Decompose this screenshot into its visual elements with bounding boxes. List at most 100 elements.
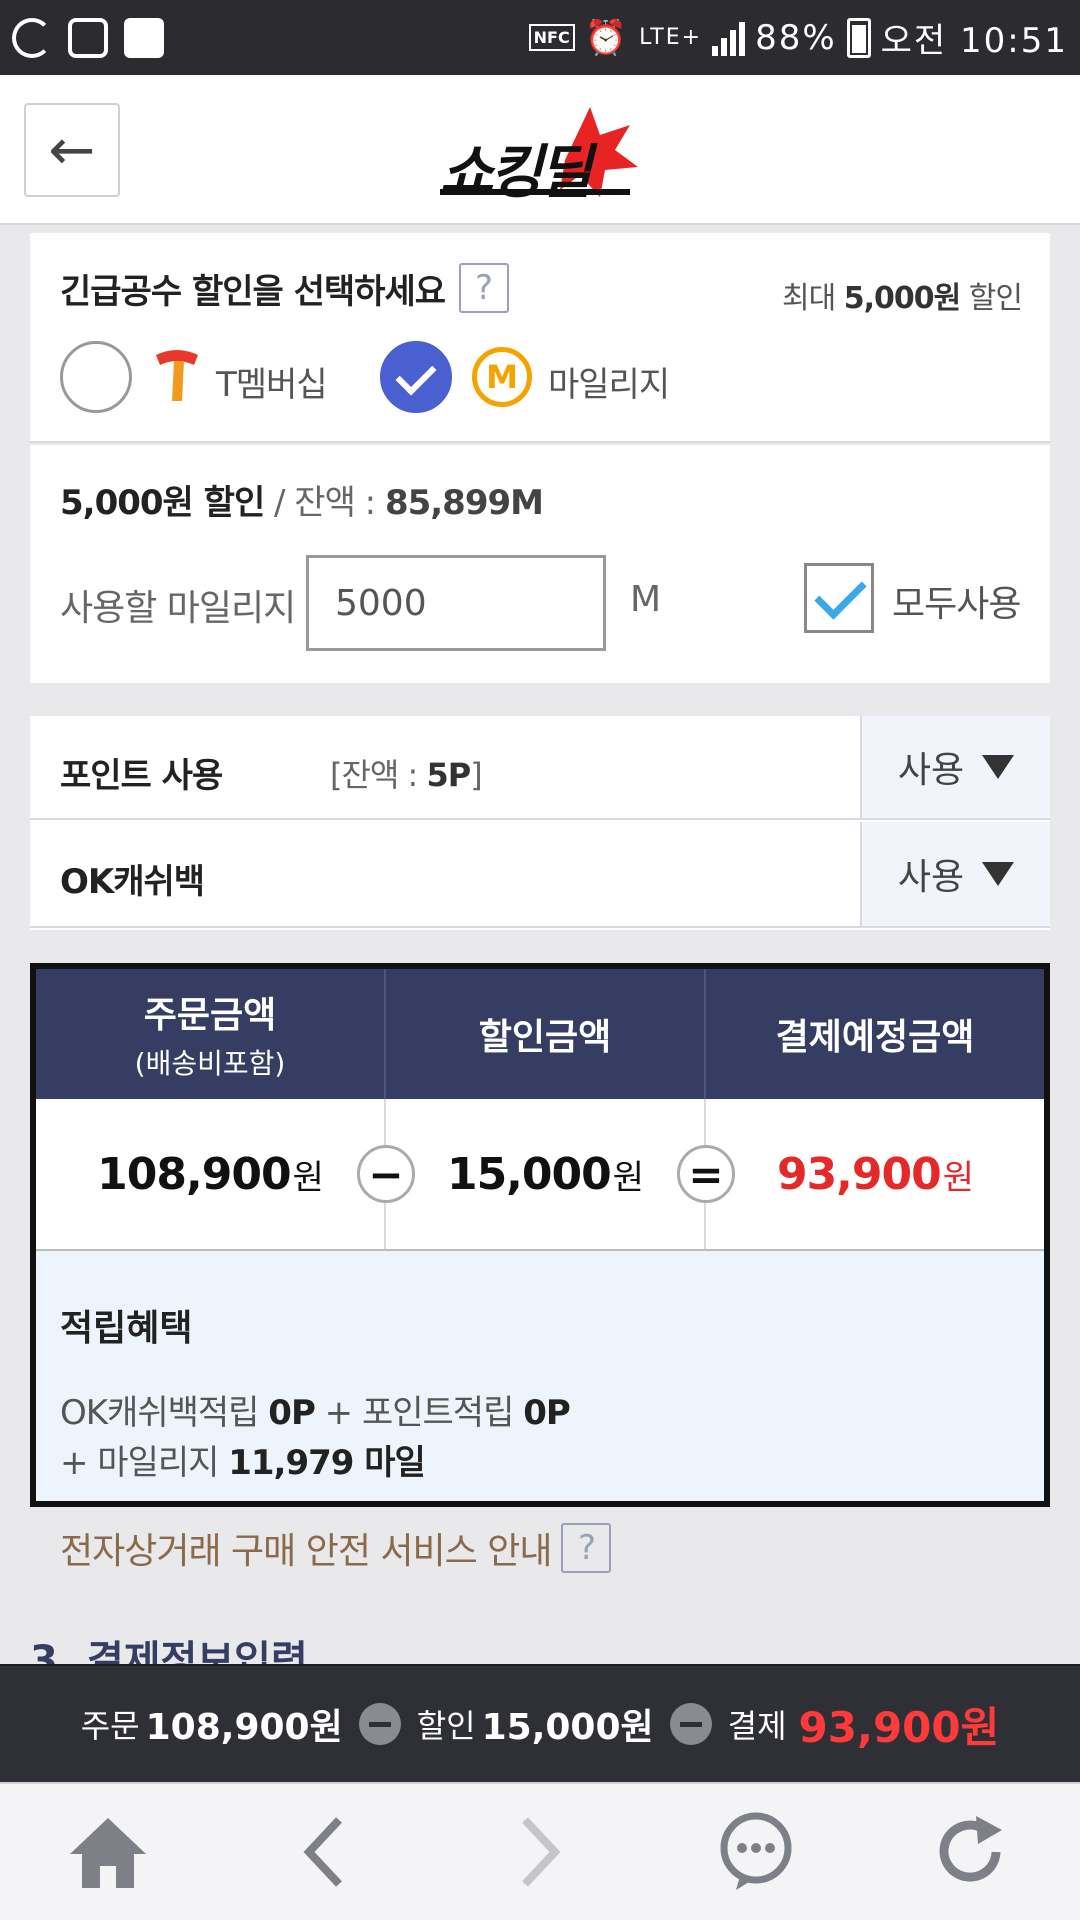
bottom-payment-label: 결제 (727, 1707, 787, 1745)
back-button[interactable]: ← (24, 103, 120, 197)
max-discount-info: 최대 5,000원 할인 (782, 273, 1023, 317)
bottom-order-label: 주문 (80, 1707, 140, 1745)
mileage-unit: M (630, 579, 662, 620)
ok-cashbag-label: OK캐쉬백 (60, 862, 205, 902)
points-row: 포인트 사용 [잔액 : 5P] 사용 (30, 716, 1050, 820)
alarm-icon: ⏰ (584, 17, 630, 58)
shopping-bag-icon (124, 17, 164, 58)
max-suffix: 할인 (968, 281, 1023, 316)
mileage-discount: 5,000원 할인 (60, 483, 265, 523)
payment-amount-value: 93,900 (776, 1148, 942, 1200)
minus-icon: − (357, 1145, 415, 1203)
mileage-m-icon: M (472, 347, 532, 407)
safety-help-button[interactable]: ? (561, 1523, 612, 1573)
point-earn-label: + 포인트적립 (324, 1393, 515, 1433)
ok-cashbag-earn-label: OK캐쉬백적립 (60, 1393, 259, 1433)
mileage-input[interactable] (306, 555, 606, 651)
chevron-right-icon (522, 1817, 561, 1887)
ok-cashbag-earn-value: 0P (268, 1393, 316, 1433)
summary-header: 주문금액 (배송비포함) 할인금액 결제예정금액 (36, 969, 1044, 1099)
order-amount: 108,900 원 (36, 1099, 386, 1249)
browser-nav (0, 1782, 1080, 1920)
discount-header-label: 할인금액 (478, 1017, 612, 1058)
payment-amount-header: 결제예정금액 (706, 969, 1044, 1099)
refresh-icon (939, 1816, 1002, 1882)
logo-text: 쇼킹딜 (440, 138, 592, 206)
ok-cashbag-row: OK캐쉬백 사용 (30, 822, 1050, 928)
points-select-value: 사용 (897, 750, 965, 791)
order-amount-value: 108,900 (97, 1148, 291, 1200)
mileage-earn-label: + 마일리지 (60, 1443, 219, 1483)
points-balance-suffix: ] (470, 756, 483, 794)
status-bar: NFC ⏰ LTE+ 88% 오전 10:51 (0, 0, 1080, 75)
section-heading: 3. 결제정보입력 (30, 1638, 308, 1664)
benefit-line-1: OK캐쉬백적립 0P + 포인트적립 0P (60, 1385, 571, 1434)
battery-icon (846, 17, 871, 58)
radio-mileage[interactable] (380, 341, 452, 413)
g-app-icon (12, 17, 52, 58)
mileage-balance-value: 85,899M (384, 483, 544, 523)
use-all-label[interactable]: 모두사용 (892, 575, 1021, 627)
tmembership-label: T멤버십 (216, 365, 328, 405)
signal-icon (712, 20, 746, 56)
discount-help-button[interactable]: ? (459, 263, 510, 313)
discount-select-card: 긴급공수 할인을 선택하세요 ? 최대 5,000원 할인 T멤버십 M 마일리… (30, 233, 1050, 443)
refresh-button[interactable] (922, 1802, 1022, 1902)
app-header: ← 쇼킹딜 (0, 75, 1080, 225)
max-value: 5,000원 (843, 281, 961, 316)
clock: 오전 10:51 (880, 21, 1068, 61)
currency: 원 (292, 1157, 324, 1198)
ok-cashbag-select[interactable]: 사용 (860, 822, 1050, 926)
bottom-discount-value: 15,000원 (481, 1707, 654, 1748)
radio-tmembership[interactable] (60, 341, 132, 413)
order-amount-header: 주문금액 (배송비포함) (36, 969, 386, 1099)
currency: 원 (942, 1157, 974, 1198)
bottom-summary-bar: 주문 108,900원 할인 15,000원 결제 93,900원 (0, 1664, 1080, 1782)
points-label: 포인트 사용 (60, 756, 223, 796)
minus-icon (358, 1703, 401, 1745)
home-icon (70, 1818, 146, 1888)
equals-icon (669, 1703, 712, 1745)
payment-amount: 93,900 원 (706, 1099, 1044, 1249)
chevron-left-icon (303, 1817, 342, 1887)
safety-service-link[interactable]: 전자상거래 구매 안전 서비스 안내 ? (60, 1522, 612, 1574)
benefit-line-2: + 마일리지 11,979 마일 (60, 1435, 426, 1484)
currency: 원 (612, 1157, 644, 1198)
network-type: LTE+ (639, 25, 703, 50)
shocking-deal-logo[interactable]: 쇼킹딜 (440, 105, 640, 206)
points-balance-prefix: [잔액 : (330, 756, 418, 794)
points-select[interactable]: 사용 (860, 716, 1050, 818)
mileage-label: 마일리지 (548, 365, 670, 405)
browser-back-button[interactable] (274, 1802, 374, 1902)
summary-values: 108,900 원 15,000 원 93,900 원 (36, 1099, 1044, 1251)
discount-amount-value: 15,000 (446, 1148, 612, 1200)
mileage-discount-info: 5,000원 할인 / 잔액 : 85,899M (60, 475, 544, 524)
discount-title: 긴급공수 할인을 선택하세요 (60, 271, 446, 312)
bottom-discount-label: 할인 (416, 1707, 476, 1745)
mileage-card: 5,000원 할인 / 잔액 : 85,899M 사용할 마일리지 M 모두사용 (30, 445, 1050, 683)
discount-amount-header: 할인금액 (386, 969, 706, 1099)
bottom-order-value: 108,900원 (145, 1707, 343, 1748)
point-earn-value: 0P (523, 1393, 571, 1433)
home-button[interactable] (58, 1802, 158, 1902)
use-all-checkbox[interactable] (804, 563, 874, 633)
dropdown-arrow-icon (982, 755, 1015, 779)
t-membership-icon (156, 350, 198, 401)
mileage-earn-value: 11,979 마일 (228, 1443, 426, 1483)
mileage-balance-label: / 잔액 : (274, 483, 376, 523)
payment-summary: 주문금액 (배송비포함) 할인금액 결제예정금액 108,900 원 15,000… (30, 963, 1050, 1507)
points-card: 포인트 사용 [잔액 : 5P] 사용 OK캐쉬백 사용 (30, 716, 1050, 930)
discount-amount: 15,000 원 (386, 1099, 706, 1249)
points-balance: [잔액 : 5P] (330, 750, 483, 796)
sim-card-icon (68, 17, 108, 58)
equals-icon: = (677, 1145, 735, 1203)
nfc-icon: NFC (528, 24, 575, 51)
ok-cashbag-select-value: 사용 (897, 857, 965, 898)
max-prefix: 최대 (782, 281, 836, 316)
browser-forward-button[interactable] (490, 1802, 590, 1902)
chat-button[interactable] (706, 1802, 806, 1902)
battery-percent: 88% (755, 17, 837, 58)
payment-header-label: 결제예정금액 (775, 1017, 975, 1058)
bottom-payment-value: 93,900원 (798, 1702, 1000, 1752)
divider (30, 441, 1050, 443)
